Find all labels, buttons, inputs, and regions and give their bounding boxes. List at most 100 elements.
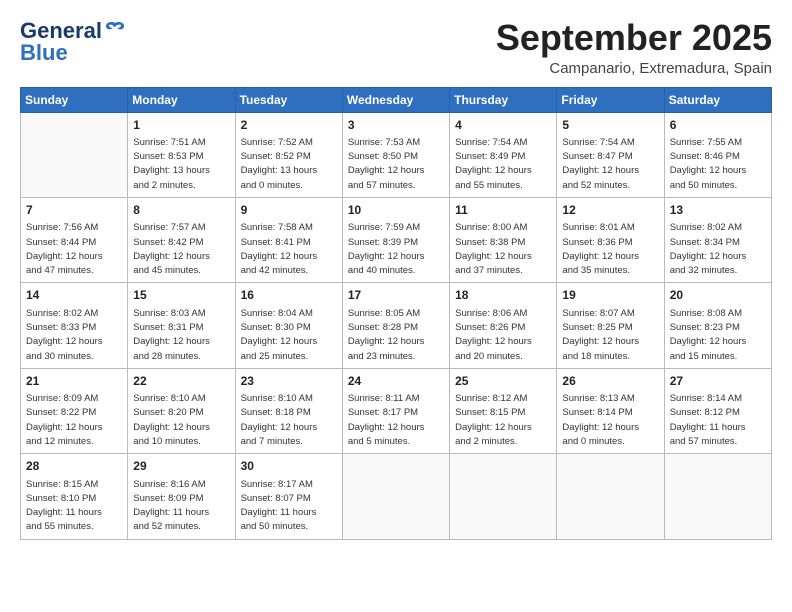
day-info: Sunrise: 8:01 AMSunset: 8:36 PMDaylight:… (562, 221, 658, 278)
day-info: Sunrise: 7:59 AMSunset: 8:39 PMDaylight:… (348, 221, 444, 278)
table-row: 18 Sunrise: 8:06 AMSunset: 8:26 PMDayligh… (450, 283, 557, 368)
day-number: 24 (348, 373, 444, 390)
header: General Blue September 2025 Campanario, … (20, 18, 772, 77)
day-number: 7 (26, 202, 122, 219)
logo-blue: Blue (20, 40, 68, 66)
header-monday: Monday (128, 87, 235, 112)
day-number: 16 (241, 287, 337, 304)
table-row (557, 454, 664, 539)
header-tuesday: Tuesday (235, 87, 342, 112)
day-info: Sunrise: 8:13 AMSunset: 8:14 PMDaylight:… (562, 392, 658, 449)
day-number: 9 (241, 202, 337, 219)
day-info: Sunrise: 8:08 AMSunset: 8:23 PMDaylight:… (670, 307, 766, 364)
day-number: 4 (455, 117, 551, 134)
title-block: September 2025 Campanario, Extremadura, … (496, 18, 772, 77)
table-row: 10 Sunrise: 7:59 AMSunset: 8:39 PMDayligh… (342, 197, 449, 282)
day-info: Sunrise: 8:15 AMSunset: 8:10 PMDaylight:… (26, 478, 122, 535)
table-row: 28Sunrise: 8:15 AMSunset: 8:10 PMDayligh… (21, 454, 128, 539)
table-row: 29 Sunrise: 8:16 AMSunset: 8:09 PMDayligh… (128, 454, 235, 539)
day-info: Sunrise: 7:53 AMSunset: 8:50 PMDaylight:… (348, 136, 444, 193)
table-row: 15 Sunrise: 8:03 AMSunset: 8:31 PMDayligh… (128, 283, 235, 368)
day-info: Sunrise: 7:58 AMSunset: 8:41 PMDaylight:… (241, 221, 337, 278)
table-row: 5 Sunrise: 7:54 AMSunset: 8:47 PMDaylight… (557, 112, 664, 197)
table-row: 24 Sunrise: 8:11 AMSunset: 8:17 PMDayligh… (342, 368, 449, 453)
table-row: 1 Sunrise: 7:51 AMSunset: 8:53 PMDaylight… (128, 112, 235, 197)
table-row: 19 Sunrise: 8:07 AMSunset: 8:25 PMDayligh… (557, 283, 664, 368)
day-number: 3 (348, 117, 444, 134)
day-info: Sunrise: 7:55 AMSunset: 8:46 PMDaylight:… (670, 136, 766, 193)
day-number: 21 (26, 373, 122, 390)
month-title: September 2025 (496, 18, 772, 58)
day-number: 2 (241, 117, 337, 134)
day-info: Sunrise: 8:07 AMSunset: 8:25 PMDaylight:… (562, 307, 658, 364)
table-row: 20 Sunrise: 8:08 AMSunset: 8:23 PMDayligh… (664, 283, 771, 368)
table-row: 9 Sunrise: 7:58 AMSunset: 8:41 PMDaylight… (235, 197, 342, 282)
day-info: Sunrise: 7:56 AMSunset: 8:44 PMDaylight:… (26, 221, 122, 278)
day-number: 23 (241, 373, 337, 390)
day-number: 19 (562, 287, 658, 304)
day-number: 18 (455, 287, 551, 304)
day-number: 10 (348, 202, 444, 219)
calendar-header-row: Sunday Monday Tuesday Wednesday Thursday… (21, 87, 772, 112)
table-row: 14 Sunrise: 8:02 AMSunset: 8:33 PMDayligh… (21, 283, 128, 368)
table-row: 27 Sunrise: 8:14 AMSunset: 8:12 PMDayligh… (664, 368, 771, 453)
day-info: Sunrise: 8:06 AMSunset: 8:26 PMDaylight:… (455, 307, 551, 364)
table-row: 30 Sunrise: 8:17 AMSunset: 8:07 PMDayligh… (235, 454, 342, 539)
day-number: 14 (26, 287, 122, 304)
table-row: 11 Sunrise: 8:00 AMSunset: 8:38 PMDayligh… (450, 197, 557, 282)
table-row: 2Sunrise: 7:52 AMSunset: 8:52 PMDaylight… (235, 112, 342, 197)
day-number: 11 (455, 202, 551, 219)
logo: General Blue (20, 18, 126, 66)
page: General Blue September 2025 Campanario, … (0, 0, 792, 612)
calendar-table: Sunday Monday Tuesday Wednesday Thursday… (20, 87, 772, 540)
day-info: Sunrise: 8:12 AMSunset: 8:15 PMDaylight:… (455, 392, 551, 449)
day-number: 12 (562, 202, 658, 219)
day-info: Sunrise: 7:51 AMSunset: 8:53 PMDaylight:… (133, 136, 229, 193)
day-info: Sunrise: 8:04 AMSunset: 8:30 PMDaylight:… (241, 307, 337, 364)
day-number: 5 (562, 117, 658, 134)
table-row: 12 Sunrise: 8:01 AMSunset: 8:36 PMDayligh… (557, 197, 664, 282)
header-sunday: Sunday (21, 87, 128, 112)
day-info: Sunrise: 8:02 AMSunset: 8:34 PMDaylight:… (670, 221, 766, 278)
table-row: 6 Sunrise: 7:55 AMSunset: 8:46 PMDaylight… (664, 112, 771, 197)
day-info: Sunrise: 8:11 AMSunset: 8:17 PMDaylight:… (348, 392, 444, 449)
day-info: Sunrise: 8:09 AMSunset: 8:22 PMDaylight:… (26, 392, 122, 449)
subtitle: Campanario, Extremadura, Spain (496, 60, 772, 77)
table-row (664, 454, 771, 539)
table-row: 25 Sunrise: 8:12 AMSunset: 8:15 PMDayligh… (450, 368, 557, 453)
day-info: Sunrise: 8:02 AMSunset: 8:33 PMDaylight:… (26, 307, 122, 364)
header-saturday: Saturday (664, 87, 771, 112)
table-row (21, 112, 128, 197)
day-info: Sunrise: 8:10 AMSunset: 8:18 PMDaylight:… (241, 392, 337, 449)
day-number: 6 (670, 117, 766, 134)
header-friday: Friday (557, 87, 664, 112)
table-row: 8Sunrise: 7:57 AMSunset: 8:42 PMDaylight… (128, 197, 235, 282)
table-row: 7 Sunrise: 7:56 AMSunset: 8:44 PMDaylight… (21, 197, 128, 282)
day-info: Sunrise: 8:14 AMSunset: 8:12 PMDaylight:… (670, 392, 766, 449)
day-info: Sunrise: 8:03 AMSunset: 8:31 PMDaylight:… (133, 307, 229, 364)
day-info: Sunrise: 8:10 AMSunset: 8:20 PMDaylight:… (133, 392, 229, 449)
day-number: 30 (241, 458, 337, 475)
day-info: Sunrise: 8:16 AMSunset: 8:09 PMDaylight:… (133, 478, 229, 535)
day-number: 15 (133, 287, 229, 304)
day-number: 20 (670, 287, 766, 304)
day-number: 13 (670, 202, 766, 219)
table-row: 22Sunrise: 8:10 AMSunset: 8:20 PMDayligh… (128, 368, 235, 453)
day-number: 25 (455, 373, 551, 390)
day-number: 26 (562, 373, 658, 390)
header-wednesday: Wednesday (342, 87, 449, 112)
day-number: 1 (133, 117, 229, 134)
table-row: 3 Sunrise: 7:53 AMSunset: 8:50 PMDaylight… (342, 112, 449, 197)
table-row (342, 454, 449, 539)
table-row (450, 454, 557, 539)
day-info: Sunrise: 7:57 AMSunset: 8:42 PMDaylight:… (133, 221, 229, 278)
day-info: Sunrise: 7:54 AMSunset: 8:49 PMDaylight:… (455, 136, 551, 193)
day-number: 27 (670, 373, 766, 390)
table-row: 21 Sunrise: 8:09 AMSunset: 8:22 PMDayligh… (21, 368, 128, 453)
day-info: Sunrise: 8:17 AMSunset: 8:07 PMDaylight:… (241, 478, 337, 535)
day-info: Sunrise: 8:00 AMSunset: 8:38 PMDaylight:… (455, 221, 551, 278)
table-row: 17Sunrise: 8:05 AMSunset: 8:28 PMDayligh… (342, 283, 449, 368)
day-number: 29 (133, 458, 229, 475)
table-row: 4 Sunrise: 7:54 AMSunset: 8:49 PMDaylight… (450, 112, 557, 197)
day-info: Sunrise: 7:54 AMSunset: 8:47 PMDaylight:… (562, 136, 658, 193)
